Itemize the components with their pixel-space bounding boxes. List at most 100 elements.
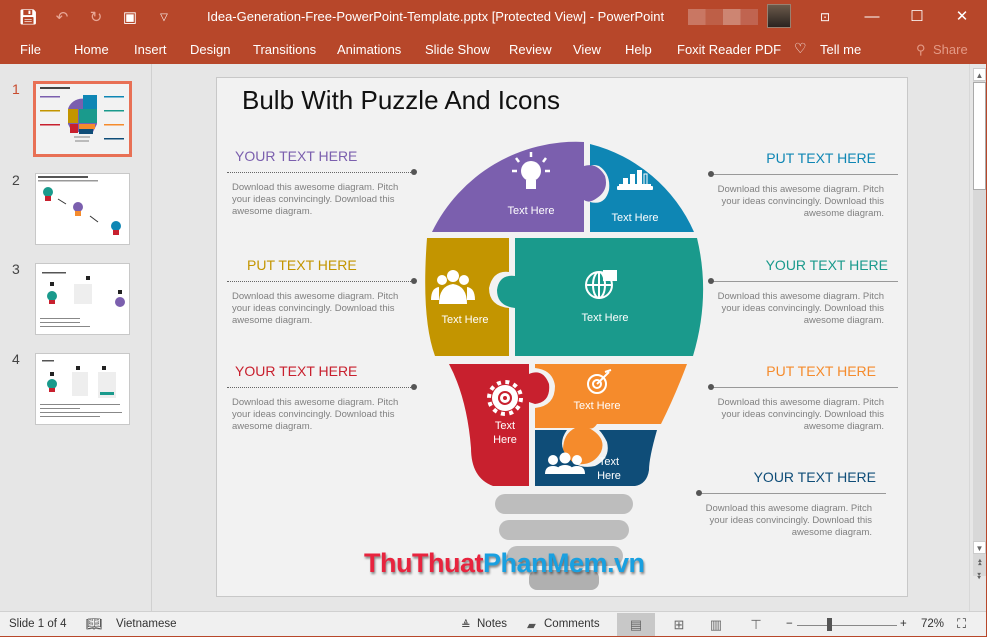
save-icon[interactable]: 💾︎ xyxy=(18,8,38,28)
piece-label[interactable]: Here xyxy=(597,470,621,482)
piece-label[interactable]: Text Here xyxy=(507,205,554,217)
slide-thumbnail-3[interactable] xyxy=(35,263,130,335)
vertical-scrollbar[interactable]: ▲ ▼ ⏫︎ ⏬︎ xyxy=(969,64,987,611)
watermark-part-2: PhanMem.vn xyxy=(482,548,645,578)
block-heading: YOUR TEXT HERE xyxy=(235,148,358,164)
ribbon-display-options-icon[interactable]: ⊡ xyxy=(813,6,837,28)
window-title: Idea-Generation-Free-PowerPoint-Template… xyxy=(207,9,665,24)
tab-animations[interactable]: Animations xyxy=(337,42,401,57)
watermark-logo: ThuThuatPhanMem.vn xyxy=(364,548,645,579)
tab-insert[interactable]: Insert xyxy=(134,42,167,57)
block-heading: YOUR TEXT HERE xyxy=(235,363,358,379)
connector-line xyxy=(708,277,898,285)
tab-review[interactable]: Review xyxy=(509,42,552,57)
slide-number: 1 xyxy=(12,81,20,97)
text-block-right-2[interactable]: YOUR TEXT HERE Download this awesome dia… xyxy=(708,257,898,327)
tab-design[interactable]: Design xyxy=(190,42,230,57)
tab-home[interactable]: Home xyxy=(74,42,109,57)
slide-number: 3 xyxy=(12,261,20,277)
people-group-icon xyxy=(545,452,585,474)
zoom-slider[interactable] xyxy=(797,625,897,626)
tab-help[interactable]: Help xyxy=(625,42,652,57)
text-block-right-1[interactable]: PUT TEXT HERE Download this awesome diag… xyxy=(708,150,898,220)
thumbnail-1-preview xyxy=(40,87,124,142)
scroll-up-button[interactable]: ▲ xyxy=(973,68,986,81)
block-heading: YOUR TEXT HERE xyxy=(765,257,888,273)
start-from-beginning-icon[interactable]: ▣ xyxy=(120,8,140,28)
block-body: Download this awesome diagram. Pitch you… xyxy=(717,291,884,326)
piece-label[interactable]: Text Here xyxy=(581,312,628,324)
slide-show-view-button[interactable]: ⊤ xyxy=(737,613,775,636)
zoom-out-button[interactable]: − xyxy=(786,618,793,630)
zoom-level[interactable]: 72% xyxy=(921,618,944,630)
connector-line xyxy=(227,277,417,285)
share-person-icon: ⚲ xyxy=(916,42,926,57)
text-block-left-1[interactable]: YOUR TEXT HERE Download this awesome dia… xyxy=(227,148,417,218)
account-name-redacted[interactable] xyxy=(688,9,758,25)
fit-slide-to-window-icon[interactable]: ⛶ xyxy=(957,616,966,632)
scroll-down-button[interactable]: ▼ xyxy=(973,541,986,554)
thumbnail-2-preview xyxy=(38,176,121,235)
ribbon-tabs: File Home Insert Design Transitions Anim… xyxy=(0,36,987,64)
text-block-right-4[interactable]: YOUR TEXT HERE Download this awesome dia… xyxy=(696,469,886,539)
normal-view-button[interactable]: ▤ xyxy=(617,613,655,636)
reading-view-button[interactable]: ▥ xyxy=(697,613,735,636)
thumbnail-3-preview xyxy=(40,272,125,327)
text-block-left-2[interactable]: PUT TEXT HERE Download this awesome diag… xyxy=(227,257,417,327)
block-heading: PUT TEXT HERE xyxy=(247,257,357,273)
zoom-in-button[interactable]: + xyxy=(900,618,907,630)
tab-transitions[interactable]: Transitions xyxy=(253,42,316,57)
piece-label[interactable]: Text Here xyxy=(611,212,658,224)
language-indicator[interactable]: Vietnamese xyxy=(116,618,177,630)
tab-view[interactable]: View xyxy=(573,42,601,57)
slide-canvas[interactable]: Bulb With Puzzle And Icons Text Here Tex… xyxy=(216,77,908,597)
scroll-thumb[interactable] xyxy=(973,82,986,190)
block-body: Download this awesome diagram. Pitch you… xyxy=(232,397,399,432)
quick-access-toolbar: 💾︎ ↶ ↻ ▣ ▽ xyxy=(18,8,174,28)
comments-button[interactable]: Comments xyxy=(544,618,600,630)
block-body: Download this awesome diagram. Pitch you… xyxy=(705,503,872,538)
puzzle-piece-purple[interactable] xyxy=(432,141,606,232)
text-block-left-3[interactable]: YOUR TEXT HERE Download this awesome dia… xyxy=(227,363,417,433)
share-button[interactable]: Share xyxy=(933,42,968,57)
customize-qat-icon[interactable]: ▽ xyxy=(154,8,174,28)
title-bar: 💾︎ ↶ ↻ ▣ ▽ Idea-Generation-Free-PowerPoi… xyxy=(0,0,987,36)
piece-label[interactable]: Text Here xyxy=(441,314,488,326)
tell-me-search[interactable]: Tell me xyxy=(820,42,861,57)
piece-label[interactable]: Text xyxy=(495,420,515,432)
slide-sorter-view-button[interactable]: ⊞ xyxy=(660,613,698,636)
next-slide-button[interactable]: ⏬︎ xyxy=(973,571,986,582)
slide-counter[interactable]: Slide 1 of 4 xyxy=(9,618,67,630)
notes-button[interactable]: Notes xyxy=(477,618,507,630)
slide-number: 2 xyxy=(12,172,20,188)
piece-label[interactable]: Here xyxy=(493,434,517,446)
slide-thumbnail-1[interactable] xyxy=(33,81,132,157)
watermark-part-1: ThuThuat xyxy=(364,548,483,578)
block-body: Download this awesome diagram. Pitch you… xyxy=(717,397,884,432)
close-button[interactable]: ✕ xyxy=(950,6,974,28)
slide-thumbnail-pane: 1 2 3 4 xyxy=(0,64,152,611)
spelling-check-icon[interactable]: 📖︎ xyxy=(86,616,103,632)
slide-thumbnail-2[interactable] xyxy=(35,173,130,245)
connector-line xyxy=(227,383,417,391)
piece-label[interactable]: Text xyxy=(599,456,619,468)
status-bar: Slide 1 of 4 📖︎ Vietnamese ≜ Notes ▰ Com… xyxy=(0,611,987,637)
lightbulb-icon: ♡ xyxy=(794,40,807,56)
zoom-slider-thumb[interactable] xyxy=(827,618,832,631)
comments-icon: ▰ xyxy=(527,620,536,632)
tab-foxit-reader-pdf[interactable]: Foxit Reader PDF xyxy=(677,42,781,57)
minimize-button[interactable]: — xyxy=(860,6,884,28)
tab-slide-show[interactable]: Slide Show xyxy=(425,42,490,57)
maximize-button[interactable]: ☐ xyxy=(905,6,929,28)
previous-slide-button[interactable]: ⏫︎ xyxy=(973,557,986,568)
slide-thumbnail-4[interactable] xyxy=(35,353,130,425)
connector-line xyxy=(696,489,886,497)
bulb-base-ring-1 xyxy=(495,494,633,514)
redo-icon[interactable]: ↻ xyxy=(86,8,106,28)
tab-file[interactable]: File xyxy=(20,42,41,57)
text-block-right-3[interactable]: PUT TEXT HERE Download this awesome diag… xyxy=(708,363,898,433)
piece-label[interactable]: Text Here xyxy=(573,400,620,412)
undo-icon[interactable]: ↶ xyxy=(52,8,72,28)
block-body: Download this awesome diagram. Pitch you… xyxy=(717,184,884,219)
avatar[interactable] xyxy=(767,4,791,28)
